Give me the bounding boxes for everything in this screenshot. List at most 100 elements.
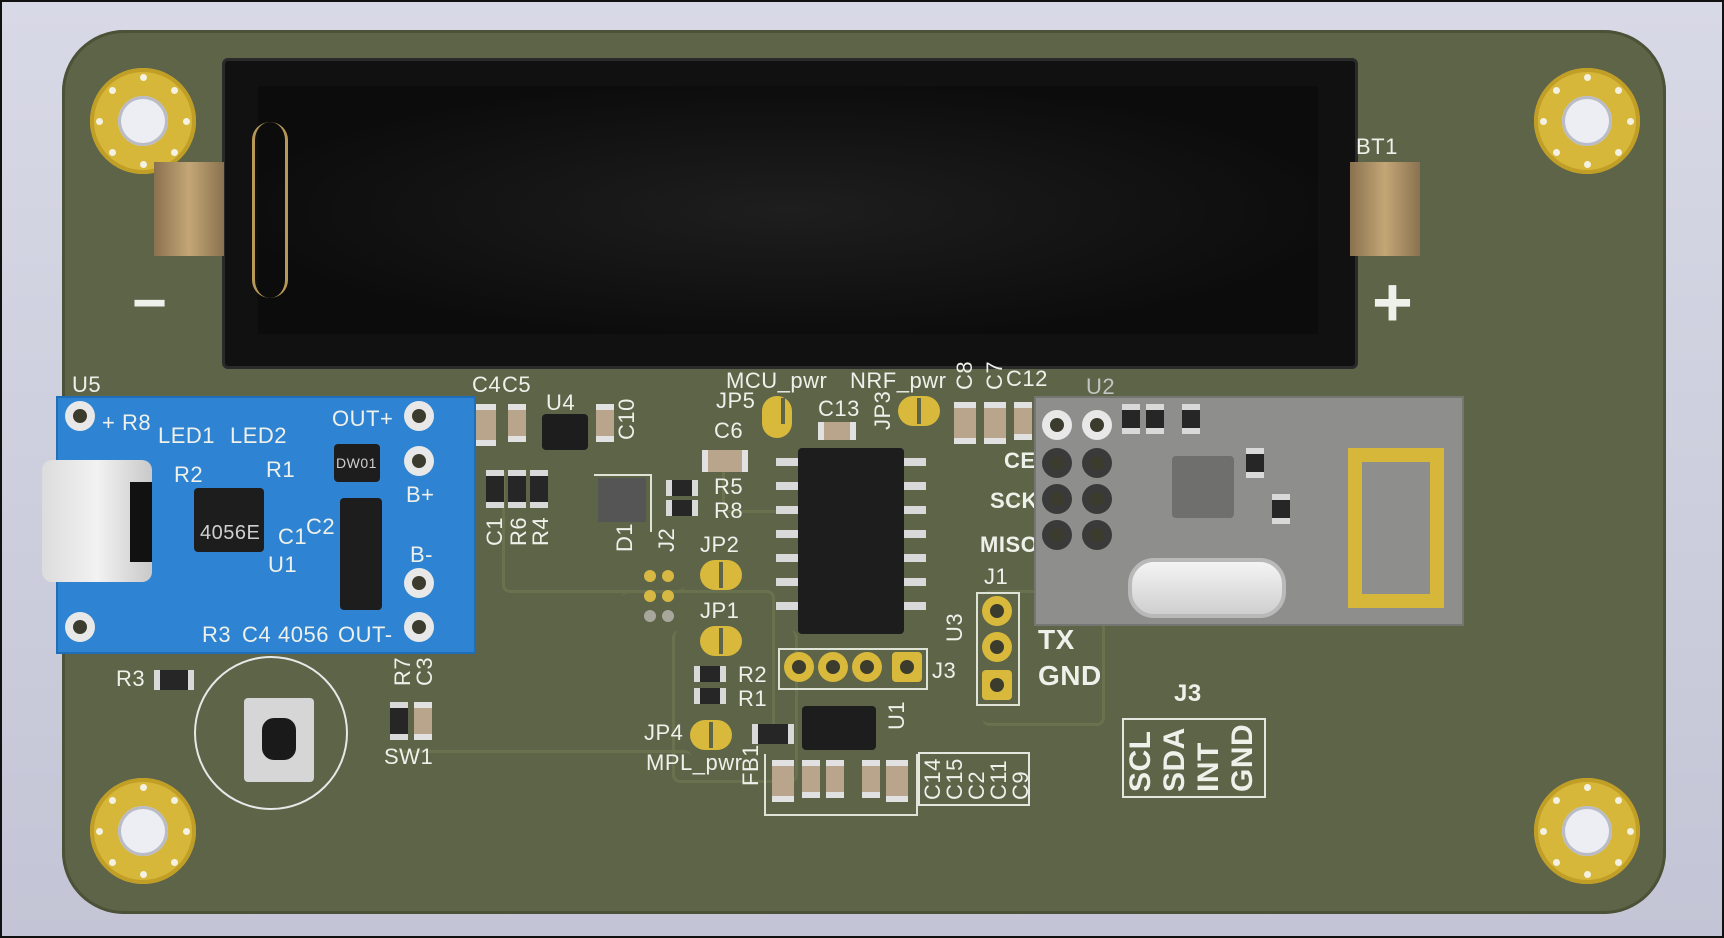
capacitor-c13 bbox=[818, 422, 856, 440]
module-pad bbox=[404, 446, 434, 476]
ic-pin bbox=[904, 530, 926, 538]
bt1-label: BT1 bbox=[1356, 134, 1398, 159]
label-cap-c9: C9 bbox=[1008, 770, 1033, 800]
resistor-r4 bbox=[530, 470, 548, 508]
module-label-plus-r8: + R8 bbox=[102, 410, 152, 435]
module-label-4056: 4056 bbox=[278, 622, 329, 647]
battery-minus-label: − bbox=[132, 269, 168, 336]
label-c13: C13 bbox=[818, 396, 860, 421]
ic-pin bbox=[776, 530, 798, 538]
label-sck: SCK bbox=[990, 488, 1038, 513]
capacitor-c3 bbox=[414, 702, 432, 740]
module-label-out-minus: OUT- bbox=[338, 622, 393, 647]
module-label-b-plus: B+ bbox=[406, 482, 435, 507]
resistor-r3 bbox=[154, 670, 194, 690]
label-jp4: JP4 bbox=[644, 720, 684, 745]
nrf-pin bbox=[1042, 410, 1072, 440]
battery-spring bbox=[252, 122, 288, 298]
module-label-out-plus: OUT+ bbox=[332, 406, 394, 431]
label-c7: C7 bbox=[982, 360, 1007, 390]
nrf-pin bbox=[1082, 484, 1112, 514]
battery-cavity bbox=[258, 86, 1318, 334]
ic-pin bbox=[904, 458, 926, 466]
jumper-jp5[interactable] bbox=[762, 396, 792, 438]
nrf-pin bbox=[1042, 520, 1072, 550]
label-r4: R4 bbox=[528, 516, 553, 546]
label-gnd-vertical: GND bbox=[1226, 723, 1259, 792]
ic-pin bbox=[776, 482, 798, 490]
jumper-jp4[interactable] bbox=[690, 720, 732, 750]
ic-pin bbox=[904, 554, 926, 562]
pcb-board: − + BT1 U5 + R8 LED1 LED2 OUT+ R2 R1 B+ … bbox=[42, 30, 1666, 914]
header-j1-pin-2 bbox=[982, 632, 1012, 662]
label-int: INT bbox=[1192, 742, 1225, 792]
nrf-antenna bbox=[1348, 448, 1444, 608]
label-c1: C1 bbox=[482, 516, 507, 546]
module-label-c1: C1 bbox=[278, 524, 308, 549]
module-label-c2: C2 bbox=[306, 514, 336, 539]
label-tx: TX bbox=[1038, 624, 1075, 655]
diode-d1 bbox=[598, 478, 646, 522]
module-label-r2: R2 bbox=[174, 462, 204, 487]
header-j3-pin-2 bbox=[818, 652, 848, 682]
capacitor-c14 bbox=[772, 760, 794, 802]
label-u4: U4 bbox=[546, 390, 576, 415]
module-pad bbox=[404, 568, 434, 598]
label-c4: C4 bbox=[472, 372, 502, 397]
header-j3-pin-4 bbox=[892, 652, 922, 682]
jumper-jp3[interactable] bbox=[898, 396, 940, 426]
label-d1: D1 bbox=[612, 522, 637, 552]
ic-u4 bbox=[542, 414, 588, 450]
header-j3-pin-1 bbox=[784, 652, 814, 682]
ic-pin bbox=[776, 578, 798, 586]
resistor-r6 bbox=[508, 470, 526, 508]
label-r5: R5 bbox=[714, 474, 744, 499]
nrf-crystal bbox=[1128, 558, 1286, 618]
capacitor-c6 bbox=[702, 450, 748, 472]
label-c10: C10 bbox=[614, 398, 639, 440]
capacitor-c8 bbox=[954, 402, 976, 444]
nrf-pin bbox=[1042, 448, 1072, 478]
resistor-r5 bbox=[666, 480, 698, 496]
module-pad bbox=[65, 401, 95, 431]
ic-pin bbox=[904, 578, 926, 586]
jumper-jp1[interactable] bbox=[700, 626, 742, 656]
module-label-dw01: DW01 bbox=[336, 455, 377, 471]
jumper-jp2[interactable] bbox=[700, 560, 742, 590]
module-pad bbox=[404, 401, 434, 431]
header-j1-pin-3 bbox=[982, 670, 1012, 700]
via bbox=[662, 590, 674, 602]
label-fb1: FB1 bbox=[738, 744, 763, 786]
ic-pin bbox=[776, 602, 798, 610]
label-miso: MISO bbox=[980, 532, 1039, 557]
nrf-pin bbox=[1082, 448, 1112, 478]
label-scl: SCL bbox=[1124, 730, 1157, 793]
nrf-smd bbox=[1122, 404, 1140, 434]
usb-c-opening bbox=[130, 482, 152, 562]
module-label-led2: LED2 bbox=[230, 423, 288, 448]
module-label-u1: U1 bbox=[268, 552, 298, 577]
label-j2: J2 bbox=[654, 527, 679, 552]
label-jp2: JP2 bbox=[700, 532, 740, 557]
ic-pin bbox=[776, 554, 798, 562]
module-label-c4: C4 bbox=[242, 622, 272, 647]
ic-pin bbox=[904, 506, 926, 514]
u5-label: U5 bbox=[72, 372, 102, 397]
mounting-hole-top-left bbox=[90, 68, 196, 174]
pcb-3d-viewer[interactable]: − + BT1 U5 + R8 LED1 LED2 OUT+ R2 R1 B+ … bbox=[0, 0, 1724, 938]
label-c5: C5 bbox=[502, 372, 532, 397]
via bbox=[644, 590, 656, 602]
label-sda: SDA bbox=[1158, 727, 1191, 792]
capacitor-c2 bbox=[826, 760, 844, 798]
label-c6: C6 bbox=[714, 418, 744, 443]
battery-contact-right bbox=[1350, 162, 1420, 256]
label-r3: R3 bbox=[116, 666, 146, 691]
label-sw1: SW1 bbox=[384, 744, 434, 769]
nrf-chip bbox=[1172, 456, 1234, 518]
label-j3-header: J3 bbox=[1174, 680, 1202, 707]
capacitor-c4 bbox=[476, 404, 496, 446]
label-r1: R1 bbox=[738, 686, 768, 711]
ic-pin bbox=[904, 602, 926, 610]
label-nrf-pwr: NRF_pwr bbox=[850, 368, 947, 393]
nrf-smd bbox=[1182, 404, 1200, 434]
